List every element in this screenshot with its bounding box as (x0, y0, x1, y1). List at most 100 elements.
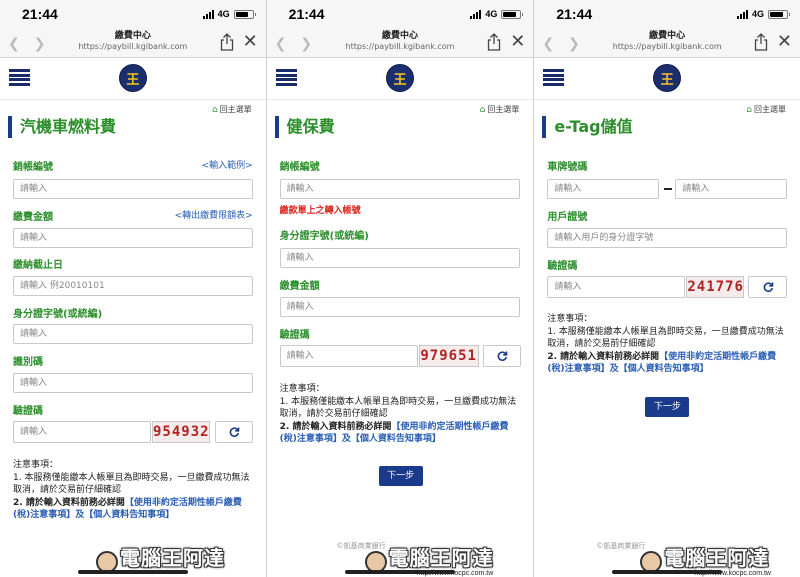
next-button[interactable]: 下一步 (378, 466, 423, 486)
id-label: 身分證字號(或統編) (279, 231, 369, 242)
status-icons: 4G (737, 9, 791, 19)
phone-panel-health-insurance: 21:44 4G ❮ ❯ 繳費中心 https://paybill.kgiban… (266, 0, 534, 577)
close-icon[interactable]: ✕ (243, 32, 258, 52)
id-label: 身分證字號(或統編) (13, 309, 103, 320)
captcha-input[interactable]: 請輸入 (13, 421, 151, 443)
network-label: 4G (217, 9, 230, 19)
battery-icon (501, 9, 524, 19)
account-input[interactable]: 請輸入 (13, 179, 253, 199)
home-menu-link[interactable]: ⌂ 回主選單 (746, 104, 786, 115)
share-icon[interactable] (487, 33, 501, 51)
plate-label: 車牌號碼 (547, 162, 588, 173)
account-label: 銷帳編號 (13, 162, 53, 173)
home-icon: ⌂ (479, 104, 486, 115)
refresh-icon (229, 427, 240, 437)
copyright-text: ©凱基商業銀行 (596, 542, 646, 550)
plate-separator (664, 188, 673, 190)
status-bar: 21:44 4G (266, 0, 534, 28)
home-indicator (612, 570, 723, 574)
page-title: 健保費 (274, 116, 335, 138)
account-input[interactable]: 請輸入 (279, 179, 520, 199)
status-time: 21:44 (556, 6, 593, 22)
captcha-label: 驗證碼 (279, 330, 310, 341)
captcha-refresh-button[interactable] (748, 276, 788, 298)
notice-line-1: 1. 本服務僅能繳本人帳單且為即時交易，一旦繳費成功無法取消，請於交易前仔細確認 (279, 396, 517, 420)
bank-logo: 王 (653, 64, 682, 92)
id-input[interactable]: 請輸入 (13, 324, 253, 344)
home-menu-link[interactable]: ⌂ 回主選單 (480, 104, 520, 115)
browser-bar: ❮ ❯ 繳費中心 https://paybill.kgibank.com ✕ (534, 28, 800, 58)
account-hint: 繳款單上之轉入帳號 (279, 206, 361, 216)
signal-icon (470, 9, 482, 19)
app-header: 王 (534, 58, 800, 100)
close-icon[interactable]: ✕ (510, 32, 525, 52)
captcha-label: 驗證碼 (547, 261, 578, 272)
home-icon: ⌂ (211, 104, 218, 115)
screenshot-collage: 21:44 4G ❮ ❯ 繳費中心 https://paybill.kgiban… (0, 0, 800, 577)
plate-input-suffix[interactable]: 請輸入 (675, 179, 788, 199)
form-content: ⌂ 回主選單 健保費 銷帳編號 請輸入 繳款單上之轉入帳號 身分證字號(或統編) … (267, 100, 534, 577)
status-icons: 4G (470, 9, 524, 19)
signal-icon (737, 9, 748, 19)
page-title: 汽機車燃料費 (8, 116, 116, 138)
status-time: 21:44 (288, 6, 325, 22)
deadline-label: 繳納截止日 (13, 260, 63, 271)
notice-line-1: 1. 本服務僅能繳本人帳單且為即時交易，一旦繳費成功無法取消，請於交易前仔細確認 (13, 472, 250, 496)
ident-label: 識別碼 (13, 357, 43, 368)
amount-input[interactable]: 請輸入 (13, 228, 253, 248)
captcha-image: 954932 (152, 421, 210, 443)
plate-input-prefix[interactable]: 請輸入 (547, 179, 660, 199)
home-indicator (77, 570, 188, 574)
amount-label: 繳費金額 (13, 212, 53, 223)
battery-icon (768, 9, 791, 19)
page-title: e-Tag儲值 (542, 116, 633, 138)
id-input[interactable]: 請輸入 (279, 248, 520, 268)
status-time: 21:44 (22, 6, 58, 22)
status-bar: 21:44 4G (534, 0, 800, 28)
captcha-input[interactable]: 請輸入 (547, 276, 686, 298)
notice-section: 注意事項： 1. 本服務僅能繳本人帳單且為即時交易，一旦繳費成功無法取消，請於交… (547, 313, 788, 376)
captcha-image: 979651 (418, 345, 479, 367)
notice-heading: 注意事項： (13, 460, 59, 470)
captcha-refresh-button[interactable] (482, 345, 521, 367)
captcha-image: 241776 (686, 276, 745, 298)
status-bar: 21:44 4G (0, 0, 266, 28)
signal-icon (202, 9, 214, 19)
menu-icon[interactable] (275, 69, 297, 86)
menu-icon[interactable] (543, 69, 565, 86)
network-label: 4G (485, 9, 498, 19)
phone-panel-etag: 21:44 4G ❮ ❯ 繳費中心 https://paybill.kgiban… (534, 0, 800, 577)
captcha-label: 驗證碼 (13, 406, 43, 417)
captcha-refresh-button[interactable] (215, 421, 253, 443)
user-id-input[interactable]: 請輸入用戶的身分證字號 (547, 228, 788, 248)
input-example-link[interactable]: <輸入範例> (202, 158, 253, 171)
share-icon[interactable] (754, 33, 768, 51)
refresh-icon (497, 351, 507, 361)
notice-heading: 注意事項： (279, 384, 325, 394)
close-icon[interactable]: ✕ (777, 32, 792, 52)
deadline-input[interactable]: 請輸入 例20010101 (13, 276, 253, 296)
amount-input[interactable]: 請輸入 (279, 297, 520, 317)
limit-table-link[interactable]: <轉出繳費限額表> (175, 208, 253, 221)
amount-label: 繳費金額 (279, 281, 320, 292)
notice-line-1: 1. 本服務僅能繳本人帳單且為即時交易，一旦繳費成功無法取消，請於交易前仔細確認 (547, 326, 784, 350)
watermark-text: 電腦王阿達 (388, 546, 494, 570)
account-label: 銷帳編號 (279, 162, 320, 173)
share-icon[interactable] (220, 33, 234, 51)
status-icons: 4G (202, 9, 256, 19)
app-header: 王 (0, 58, 266, 100)
notice-section: 注意事項： 1. 本服務僅能繳本人帳單且為即時交易，一旦繳費成功無法取消，請於交… (280, 383, 522, 446)
refresh-icon (763, 282, 774, 292)
watermark-text: 電腦王阿達 (664, 546, 770, 570)
home-menu-link[interactable]: ⌂ 回主選單 (212, 104, 252, 115)
bank-logo: 王 (386, 64, 414, 92)
notice-heading: 注意事項： (547, 314, 593, 324)
ident-input[interactable]: 請輸入 (13, 373, 253, 393)
watermark-text: 電腦王阿達 (120, 546, 225, 570)
notice-line-2: 2. 請於輸入資料前務必詳閱【使用非約定活期性帳戶繳費(稅)注意事項】及【個人資… (547, 351, 777, 375)
notice-section: 注意事項： 1. 本服務僅能繳本人帳單且為即時交易，一旦繳費成功無法取消，請於交… (13, 459, 254, 522)
menu-icon[interactable] (9, 69, 30, 86)
next-button[interactable]: 下一步 (645, 397, 690, 417)
captcha-input[interactable]: 請輸入 (279, 345, 418, 367)
battery-icon (233, 9, 256, 19)
